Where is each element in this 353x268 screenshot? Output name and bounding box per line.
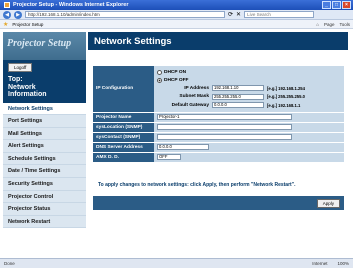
logoff-button[interactable]: Logoff (8, 63, 33, 72)
sidebar-item-projector-control[interactable]: Projector Control (3, 190, 86, 204)
back-button[interactable]: ◀ (3, 10, 11, 19)
close-button[interactable]: × (342, 1, 351, 9)
window-controls: _ □ × (322, 1, 351, 9)
dns-server-field[interactable]: 0.0.0.0 (157, 144, 209, 150)
favorites-bar: ★ Projector Setup ⌂ Page Tools (0, 20, 353, 29)
sidebar-item-port-settings[interactable]: Port Settings (3, 115, 86, 128)
syslocation-field[interactable] (157, 124, 292, 130)
home-icon[interactable]: ⌂ (316, 22, 319, 27)
dhcp-on-option[interactable]: DHCP ON (157, 68, 341, 76)
sidebar: Projector Setup Logoff Top: Network Info… (3, 32, 86, 255)
page-title: Network Settings (88, 32, 348, 50)
amx-dd-select[interactable]: OFF (157, 154, 181, 160)
zoom-level[interactable]: 100% (337, 261, 349, 266)
default-gateway-field[interactable]: 0.0.0.0 (212, 102, 264, 109)
apply-instructions: To apply changes to network settings: cl… (98, 182, 296, 188)
sidebar-item-date-time-settings[interactable]: Date / Time Settings (3, 165, 86, 179)
refresh-icon[interactable]: ⟳ (228, 11, 233, 18)
ip-configuration-label: IP Configuration (93, 66, 154, 112)
logout-area: Logoff (3, 60, 86, 74)
address-bar: ◀ ▶ http://192.168.1.10/admin/index.htm … (0, 10, 353, 20)
command-bar: ⌂ Page Tools (316, 22, 350, 27)
forward-button[interactable]: ▶ (14, 10, 22, 19)
ip-address-field[interactable]: 192.168.1.10 (212, 85, 264, 92)
top-network-information-link[interactable]: Top: Network Information (3, 74, 86, 103)
browser-icon (4, 2, 10, 8)
page-menu[interactable]: Page (324, 22, 335, 27)
dhcp-off-radio[interactable] (157, 77, 162, 83)
ip-configuration-values: DHCP ON DHCP OFF IP Address 192.168.1.10… (154, 66, 344, 112)
sidebar-item-alert-settings[interactable]: Alert Settings (3, 140, 86, 153)
tools-menu[interactable]: Tools (339, 22, 350, 27)
minimize-button[interactable]: _ (322, 1, 331, 9)
window-titlebar: Projector Setup - Windows Internet Explo… (0, 0, 353, 10)
network-settings-form: IP Configuration DHCP ON DHCP OFF IP Add… (93, 66, 344, 163)
window-title: Projector Setup - Windows Internet Explo… (13, 2, 129, 8)
url-input[interactable]: http://192.168.1.10/admin/index.htm (25, 11, 225, 18)
search-input[interactable]: Live Search (244, 11, 315, 18)
status-bar: Done Internet 100% (0, 258, 353, 268)
default-gateway-line: Default Gateway 0.0.0.0 [e.g.] 192.168.1… (171, 102, 301, 109)
amx-dd-row: AMX D. D. OFF (93, 152, 344, 163)
dns-server-row: DNS Server Address 0.0.0.0 (93, 142, 344, 153)
projector-name-row: Projector Name Projector-1 (93, 112, 344, 123)
subnet-mask-field[interactable]: 255.255.255.0 (212, 93, 264, 100)
dhcp-on-radio[interactable] (157, 69, 162, 75)
security-zone: Internet (312, 261, 328, 266)
apply-button[interactable]: Apply (316, 199, 340, 208)
syscontact-row: sysContact (SNMP) (93, 132, 344, 143)
sidebar-item-network-restart[interactable]: Network Restart (3, 215, 86, 229)
tab-projector-setup[interactable]: Projector Setup (12, 22, 43, 27)
sidebar-item-projector-status[interactable]: Projector Status (3, 203, 86, 216)
status-text: Done (4, 261, 15, 266)
main-panel: Network Settings IP Configuration DHCP O… (88, 32, 348, 255)
ip-address-line: IP Address 192.168.1.10 [e.g.] 192.168.1… (184, 85, 305, 92)
syslocation-row: sysLocation (SNMP) (93, 122, 344, 133)
projector-name-field[interactable]: Projector-1 (157, 114, 292, 120)
stop-icon[interactable]: ✕ (236, 11, 241, 18)
maximize-button[interactable]: □ (332, 1, 341, 9)
sidebar-item-security-settings[interactable]: Security Settings (3, 178, 86, 191)
page-content: Projector Setup Logoff Top: Network Info… (0, 29, 353, 258)
sidebar-item-network-settings[interactable]: Network Settings (3, 102, 86, 116)
subnet-mask-line: Subnet Mask 255.255.255.0 [e.g.] 255.255… (179, 93, 305, 100)
projector-setup-logo: Projector Setup (3, 32, 86, 60)
favorites-star-icon[interactable]: ★ (3, 21, 8, 28)
sidebar-item-schedule-settings[interactable]: Schedule Settings (3, 152, 86, 166)
dhcp-off-option[interactable]: DHCP OFF (157, 76, 341, 84)
ip-configuration-row: IP Configuration DHCP ON DHCP OFF IP Add… (93, 66, 344, 113)
syscontact-field[interactable] (157, 134, 292, 140)
apply-bar: Apply (93, 196, 344, 210)
sidebar-item-mail-settings[interactable]: Mail Settings (3, 127, 86, 141)
